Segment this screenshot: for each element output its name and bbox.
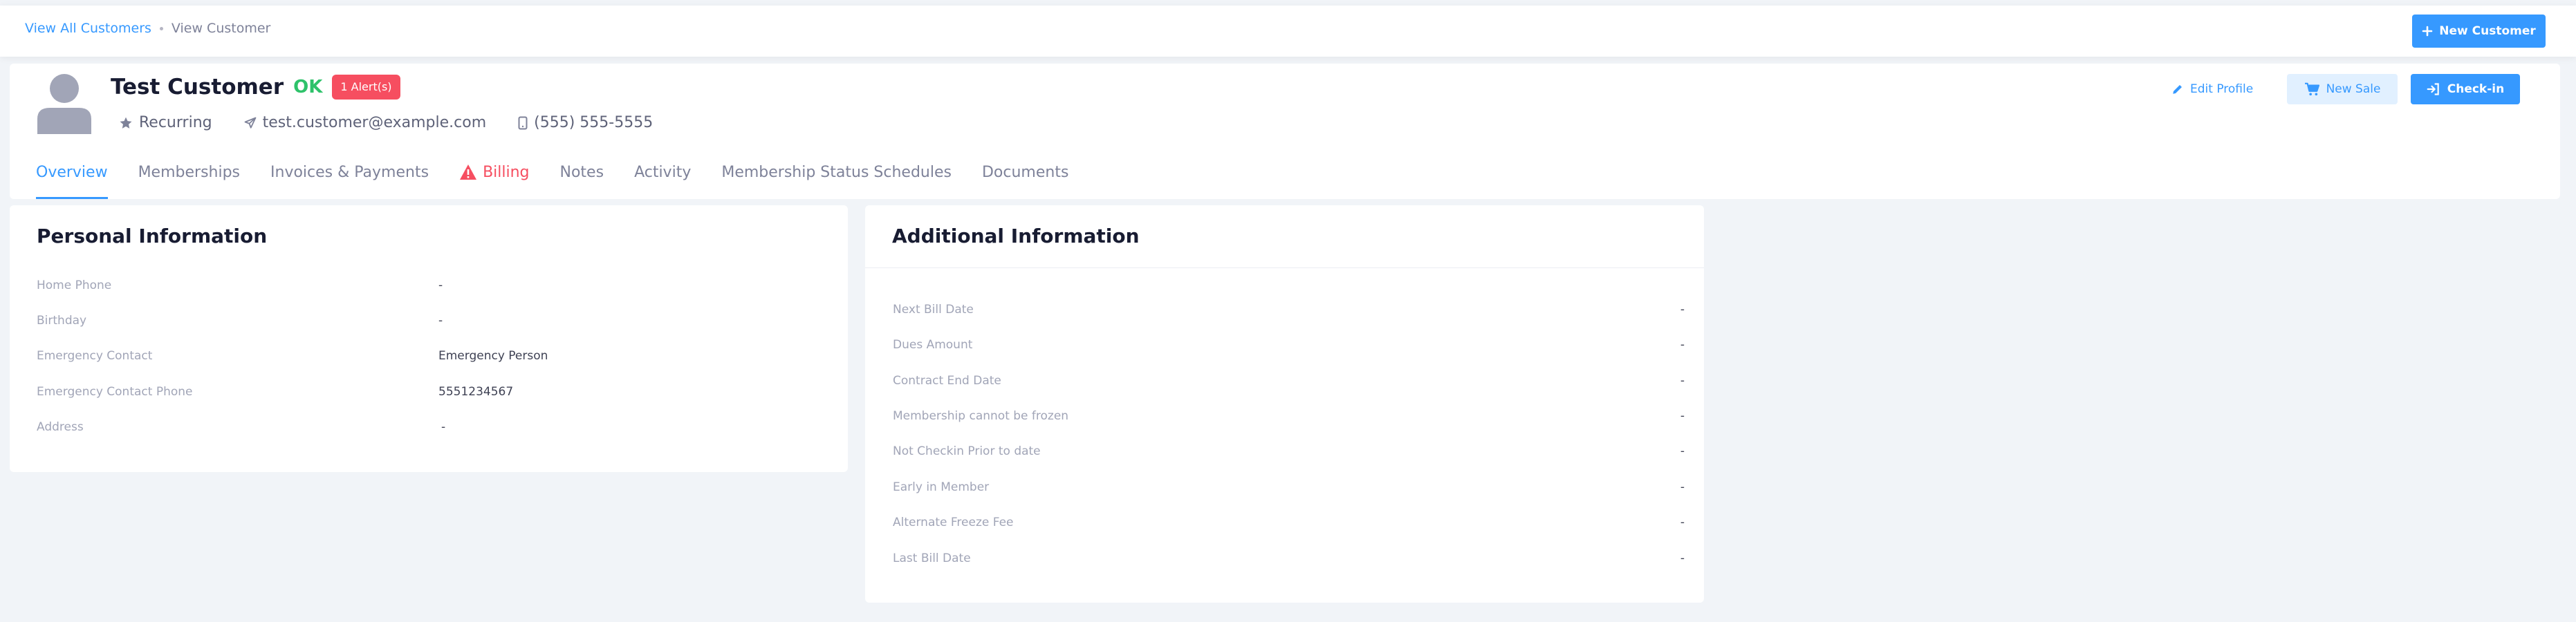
customer-header-card: Test Customer OK 1 Alert(s) Recurring te…	[10, 64, 2560, 199]
field-label: Emergency Contact	[37, 349, 153, 363]
tab-label: Overview	[36, 164, 108, 181]
tab-label: Activity	[634, 164, 692, 181]
field-value: -	[1680, 480, 1685, 494]
tab-label: Invoices & Payments	[270, 164, 429, 181]
customer-email[interactable]: test.customer@example.com	[244, 114, 487, 131]
tab-membership-status-schedules[interactable]: Membership Status Schedules	[721, 164, 952, 199]
card-divider	[865, 267, 1704, 268]
tab-billing[interactable]: Billing	[459, 164, 530, 199]
field-value: -	[1680, 552, 1685, 565]
new-customer-button[interactable]: New Customer	[2412, 15, 2546, 48]
sign-in-icon	[2427, 83, 2439, 95]
field-value: 5551234567	[438, 385, 514, 399]
field-value: -	[441, 420, 446, 434]
tab-label: Memberships	[138, 164, 241, 181]
tab-overview[interactable]: Overview	[36, 164, 108, 199]
star-icon	[120, 117, 132, 129]
top-bar: View All Customers View Customer New Cus…	[0, 6, 2576, 57]
customer-type: Recurring	[119, 114, 212, 131]
customer-email-text: test.customer@example.com	[262, 114, 487, 131]
field-label: Last Bill Date	[893, 552, 971, 565]
warning-triangle-icon	[460, 164, 477, 180]
field-value: -	[438, 314, 443, 328]
customer-type-label: Recurring	[139, 114, 212, 131]
field-label: Emergency Contact Phone	[37, 385, 193, 399]
field-label: Next Bill Date	[893, 303, 974, 317]
customer-phone-text: (555) 555-5555	[534, 114, 654, 131]
status-badge: OK	[293, 77, 323, 97]
customer-name: Test Customer	[111, 75, 284, 100]
field-value: -	[1680, 338, 1685, 352]
field-label: Early in Member	[893, 480, 990, 494]
field-label: Home Phone	[37, 279, 112, 292]
customer-name-row: Test Customer OK 1 Alert(s)	[111, 75, 400, 100]
field-label: Alternate Freeze Fee	[893, 516, 1014, 529]
breadcrumb-current: View Customer	[171, 21, 271, 36]
customer-tabs: Overview Memberships Invoices & Payments…	[36, 164, 1068, 199]
field-value: -	[438, 279, 443, 292]
field-value: -	[1680, 374, 1685, 388]
card-title: Personal Information	[37, 225, 268, 247]
edit-profile-label: Edit Profile	[2190, 82, 2254, 96]
tab-invoices-payments[interactable]: Invoices & Payments	[270, 164, 429, 199]
field-label: Birthday	[37, 314, 87, 328]
field-label: Contract End Date	[893, 374, 1001, 388]
new-sale-label: New Sale	[2326, 82, 2381, 96]
tab-notes[interactable]: Notes	[560, 164, 604, 199]
breadcrumb-separator	[159, 26, 163, 30]
additional-information-card: Additional Information Next Bill Date - …	[865, 205, 1704, 603]
field-value: -	[1680, 409, 1685, 423]
check-in-button[interactable]: Check-in	[2411, 74, 2520, 104]
plus-icon	[2422, 26, 2433, 37]
field-label: Not Checkin Prior to date	[893, 444, 1041, 458]
check-in-label: Check-in	[2447, 82, 2505, 96]
tab-label: Documents	[981, 164, 1069, 181]
customer-info-row: Recurring test.customer@example.com (555…	[119, 114, 653, 131]
cart-icon	[2304, 82, 2319, 96]
new-customer-label: New Customer	[2439, 24, 2536, 38]
alerts-badge[interactable]: 1 Alert(s)	[332, 75, 400, 100]
tab-label: Billing	[483, 164, 530, 181]
mobile-phone-icon	[518, 116, 528, 129]
user-silhouette-icon	[37, 74, 91, 134]
customer-phone[interactable]: (555) 555-5555	[518, 114, 653, 131]
field-label: Dues Amount	[893, 338, 973, 352]
breadcrumb-view-all-customers[interactable]: View All Customers	[25, 21, 151, 36]
personal-information-card: Personal Information Home Phone - Birthd…	[10, 205, 848, 472]
tab-memberships[interactable]: Memberships	[138, 164, 240, 199]
tab-label: Membership Status Schedules	[721, 164, 952, 181]
breadcrumb: View All Customers View Customer	[25, 21, 270, 36]
field-label: Membership cannot be frozen	[893, 409, 1069, 423]
new-sale-button[interactable]: New Sale	[2287, 74, 2398, 104]
field-value: Emergency Person	[438, 349, 548, 363]
field-value: -	[1680, 516, 1685, 529]
field-value: -	[1680, 303, 1685, 317]
paper-plane-icon	[244, 117, 257, 129]
tab-documents[interactable]: Documents	[982, 164, 1068, 199]
tab-label: Notes	[559, 164, 604, 181]
edit-profile-button[interactable]: Edit Profile	[2171, 74, 2275, 104]
field-label: Address	[37, 420, 84, 434]
tab-activity[interactable]: Activity	[634, 164, 691, 199]
pencil-icon	[2173, 85, 2182, 94]
card-title: Additional Information	[892, 225, 1140, 247]
field-value: -	[1680, 444, 1685, 458]
